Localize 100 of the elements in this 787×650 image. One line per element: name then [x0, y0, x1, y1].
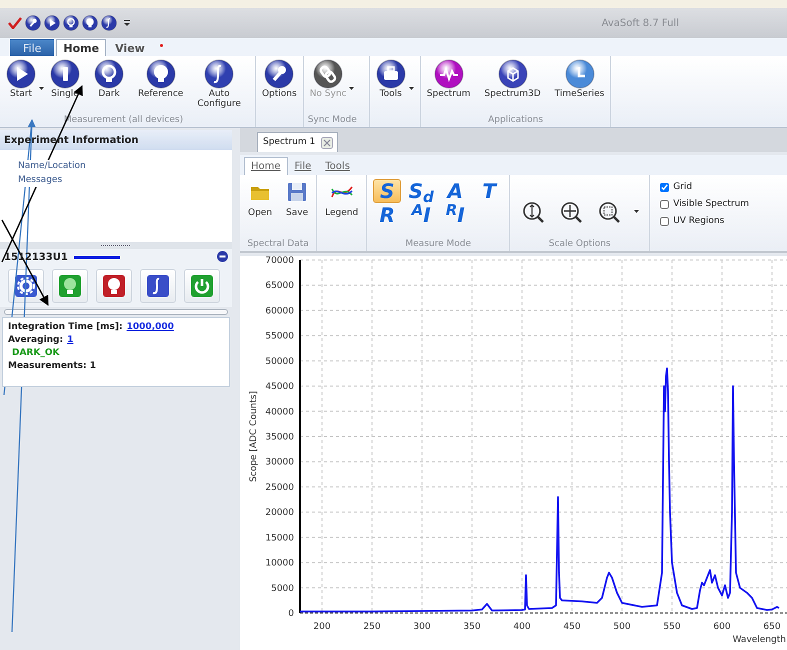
document-tab[interactable]: Spectrum 1 — [257, 132, 338, 152]
ribbon-tab[interactable]: Home — [244, 157, 288, 175]
y-tick-label: 65000 — [265, 281, 294, 292]
y-tick-label: 25000 — [265, 482, 294, 493]
ribbon-button[interactable]: Tools — [374, 59, 408, 114]
y-tick-label: 30000 — [265, 458, 294, 468]
play-icon[interactable] — [44, 15, 60, 31]
file-menu-button[interactable]: File — [10, 39, 54, 56]
toolbar-button[interactable]: Save — [284, 179, 310, 222]
save-icon — [286, 181, 308, 203]
y-tick-label: 50000 — [265, 356, 294, 367]
ribbon-tab[interactable]: File — [288, 157, 318, 175]
checkmark-icon[interactable] — [8, 17, 22, 29]
bulb-icon[interactable] — [63, 15, 79, 31]
group-label: Measure Mode — [405, 239, 472, 249]
ribbon-button[interactable]: Auto Configure — [195, 59, 243, 114]
integral-icon — [204, 59, 234, 89]
tree-item[interactable]: Name/Location — [18, 160, 86, 174]
x-tick-label: 350 — [463, 622, 481, 632]
x-tick-label: 600 — [713, 622, 731, 632]
integration-time-link[interactable]: 1000,000 — [126, 321, 174, 334]
integral-icon[interactable] — [101, 15, 117, 31]
x-axis-title: Wavelength — [732, 635, 786, 644]
group-label: Applications — [488, 115, 544, 125]
bulb-icon — [102, 274, 126, 298]
checkbox-label[interactable]: Grid — [673, 180, 692, 194]
measure-mode-button[interactable]: T — [475, 179, 504, 203]
x-tick-label: 500 — [613, 622, 631, 632]
notification-dot-icon — [160, 44, 163, 48]
ribbon-tab[interactable]: View — [108, 39, 152, 56]
x-tick-label: 450 — [563, 622, 581, 632]
group-label: Spectral Data — [247, 239, 309, 249]
measure-mode-button[interactable]: A — [441, 179, 470, 203]
y-tick-label: 40000 — [265, 407, 294, 418]
x-tick-label: 300 — [413, 622, 431, 632]
close-icon[interactable] — [321, 136, 334, 148]
y-tick-label: 60000 — [265, 306, 294, 316]
power-icon — [190, 274, 214, 298]
single-measure-icon — [50, 59, 80, 89]
y-tick-label: 5000 — [271, 584, 294, 594]
ribbon-button[interactable]: Dark — [92, 59, 126, 114]
integral-icon — [146, 274, 170, 298]
clock-icon — [564, 59, 595, 89]
x-tick-label: 550 — [663, 622, 681, 632]
wrench-icon[interactable] — [25, 15, 41, 31]
play-icon — [6, 59, 36, 89]
y-tick-label: 10000 — [265, 558, 294, 569]
checkbox[interactable] — [660, 217, 670, 226]
x-tick-label: 200 — [313, 622, 331, 632]
ribbon-button[interactable]: Spectrum — [424, 59, 472, 114]
scrollbar[interactable] — [4, 309, 228, 315]
bulb-icon — [94, 59, 124, 89]
ribbon-tab[interactable]: Home — [56, 39, 106, 56]
ribbon-tab[interactable]: Tools — [318, 157, 357, 175]
measure-mode-button[interactable]: R — [373, 203, 402, 227]
ribbon-button[interactable]: Options — [260, 59, 299, 114]
legend-button[interactable]: Legend — [323, 179, 360, 222]
ribbon-button[interactable]: Reference — [136, 59, 186, 114]
collapse-icon[interactable] — [217, 251, 228, 262]
toolbox-icon — [376, 59, 406, 89]
measure-mode-button[interactable]: S — [373, 179, 402, 203]
y-tick-label: 70000 — [265, 256, 294, 266]
field-label: Integration Time [ms]: — [8, 321, 123, 334]
averaging-link[interactable]: 1 — [67, 334, 74, 348]
y-tick-label: 55000 — [265, 332, 294, 342]
splitter-grip-icon[interactable] — [101, 244, 131, 247]
checkbox-label[interactable]: Visible Spectrum — [673, 198, 750, 212]
status-text: DARK_OK — [11, 347, 60, 360]
zoom-all-icon — [560, 200, 582, 222]
ribbon-button[interactable]: Start — [4, 59, 38, 114]
caret-icon — [634, 210, 640, 213]
measure-mode-button[interactable]: $^{R}$I — [441, 203, 470, 227]
measure-mode-button[interactable]: S$_{d}$ — [407, 179, 436, 203]
device-button[interactable] — [140, 269, 176, 303]
measure-mode-button[interactable]: $^{A}$I — [407, 203, 436, 227]
ribbon-button[interactable]: Spectrum3D — [482, 59, 543, 114]
waveform-icon — [434, 59, 464, 89]
x-tick-label: 250 — [363, 622, 381, 632]
bulb-icon[interactable] — [82, 15, 98, 31]
ribbon-button[interactable]: TimeSeries — [552, 59, 606, 114]
tree-item[interactable]: Messages — [18, 174, 62, 187]
window-title: AvaSoft 8.7 Full — [602, 16, 679, 30]
toolbar-button[interactable]: Open — [246, 179, 274, 222]
signal-level-bar — [74, 256, 120, 258]
y-tick-label: 20000 — [265, 508, 294, 518]
zoom-vertical-icon — [522, 200, 544, 222]
group-label: Sync Mode — [308, 115, 357, 125]
checkbox-label[interactable]: UV Regions — [673, 214, 724, 228]
device-button[interactable] — [96, 269, 132, 303]
cube-icon — [498, 59, 528, 89]
measurement-count: Measurements: 1 — [8, 360, 96, 374]
field-label: Averaging: — [8, 334, 64, 348]
checkbox[interactable] — [660, 200, 670, 209]
y-tick-label: 15000 — [265, 533, 294, 544]
wrench-icon — [264, 59, 294, 89]
zoom-area-icon — [598, 200, 620, 222]
y-axis-title: Scope [ADC Counts] — [249, 391, 259, 482]
checkbox[interactable] — [660, 183, 670, 192]
chain-icon — [313, 59, 344, 89]
group-label: Scale Options — [548, 239, 611, 249]
